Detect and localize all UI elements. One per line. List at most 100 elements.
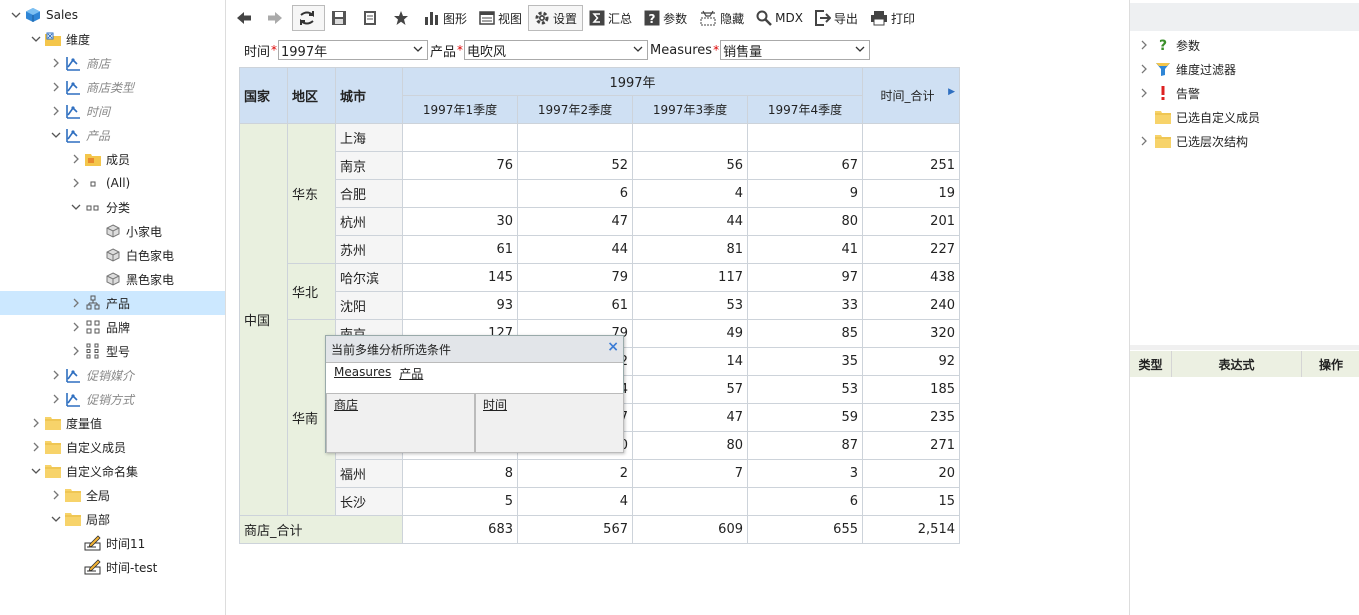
filter-value: 电吹风 — [467, 44, 507, 60]
filter-select[interactable]: 电吹风 — [464, 40, 649, 60]
data-cell — [632, 123, 748, 152]
chevron-right-icon[interactable] — [48, 55, 64, 71]
chevron-right-icon[interactable] — [1136, 61, 1152, 77]
summary-button[interactable]: 汇总 — [583, 5, 638, 31]
swap-axes-button[interactable] — [292, 5, 325, 31]
tree-node[interactable]: 全局 — [0, 483, 225, 507]
tree-node[interactable]: 时间11 — [0, 531, 225, 555]
chevron-down-icon[interactable] — [68, 199, 84, 215]
data-cell: 53 — [747, 375, 863, 404]
view-icon — [479, 11, 495, 25]
named-set-icon — [84, 535, 102, 551]
export-icon — [814, 10, 831, 26]
chevron-down-icon[interactable] — [48, 127, 64, 143]
print-button[interactable]: 打印 — [864, 5, 921, 31]
member-icon — [104, 247, 122, 263]
data-cell — [862, 123, 960, 152]
view-button[interactable]: 视图 — [473, 5, 528, 31]
print-label: 打印 — [890, 11, 915, 26]
chevron-right-icon[interactable] — [1136, 133, 1152, 149]
tree-node[interactable]: (All) — [0, 171, 225, 195]
tree-node[interactable]: 小家电 — [0, 219, 225, 243]
header-total: 时间_合计 ▶ — [862, 67, 960, 124]
chevron-right-icon[interactable] — [68, 295, 84, 311]
tree-node[interactable]: Sales — [0, 3, 225, 27]
favorite-button[interactable] — [387, 5, 418, 31]
tree-node[interactable]: 自定义成员 — [0, 435, 225, 459]
folder-icon — [1154, 133, 1172, 149]
tree-node[interactable]: 产品 — [0, 291, 225, 315]
tree-node-label: 型号 — [106, 344, 131, 359]
row-header-country: 中国 — [239, 123, 288, 516]
chevron-right-icon[interactable] — [28, 439, 44, 455]
tree-node[interactable]: 自定义命名集 — [0, 459, 225, 483]
chevron-down-icon[interactable] — [48, 511, 64, 527]
right-panel-item[interactable]: 维度过滤器 — [1136, 57, 1236, 81]
tree-node[interactable]: 白色家电 — [0, 243, 225, 267]
expand-right-icon[interactable]: ▶ — [948, 87, 955, 97]
cube-icon — [24, 7, 42, 23]
hide-button[interactable]: 隐藏 — [693, 5, 750, 31]
mdx-button[interactable]: MDX — [750, 5, 809, 31]
popup-product-link[interactable]: 产品 — [399, 365, 423, 393]
chevron-down-icon[interactable] — [28, 463, 44, 479]
right-panel-item[interactable]: 已选自定义成员 — [1136, 105, 1260, 129]
chevron-down-icon[interactable] — [28, 31, 44, 47]
right-panel-item[interactable]: ? 参数 — [1136, 33, 1200, 57]
tree-node[interactable]: 黑色家电 — [0, 267, 225, 291]
chevron-right-icon[interactable] — [1136, 85, 1152, 101]
tree-node[interactable]: 型号 — [0, 339, 225, 363]
popup-time-link[interactable]: 时间 — [483, 398, 507, 412]
header-total-label: 时间_合计 — [880, 89, 935, 103]
chevron-right-icon[interactable] — [48, 79, 64, 95]
tree-node[interactable]: 分类 — [0, 195, 225, 219]
chevron-right-icon[interactable] — [48, 103, 64, 119]
chevron-right-icon[interactable] — [68, 151, 84, 167]
chevron-right-icon[interactable] — [28, 415, 44, 431]
tree-node[interactable]: 品牌 — [0, 315, 225, 339]
filter-select[interactable]: 销售量 — [720, 40, 871, 60]
filter-select[interactable]: 1997年 — [278, 40, 429, 60]
right-panel-item-label: 已选层次结构 — [1176, 134, 1249, 149]
popup-store-link[interactable]: 商店 — [334, 398, 358, 412]
chevron-right-icon[interactable] — [68, 319, 84, 335]
tree-node-label: 品牌 — [106, 320, 131, 335]
right-panel-item[interactable]: 已选层次结构 — [1136, 129, 1248, 153]
back-button[interactable] — [230, 5, 261, 31]
tree-node[interactable]: 促销媒介 — [0, 363, 225, 387]
chevron-right-icon[interactable] — [68, 343, 84, 359]
tree-node[interactable]: 产品 — [0, 123, 225, 147]
popup-measures-link[interactable]: Measures — [334, 365, 391, 393]
close-icon[interactable]: × — [607, 339, 619, 355]
forward-button[interactable] — [261, 5, 292, 31]
chevron-right-icon[interactable] — [1136, 37, 1152, 53]
splitter[interactable] — [1130, 345, 1359, 350]
tree-node[interactable]: 局部 — [0, 507, 225, 531]
save-button[interactable] — [325, 5, 356, 31]
filter-label: Measures — [650, 42, 713, 58]
data-cell: 235 — [862, 403, 960, 432]
tree-node[interactable]: 度量值 — [0, 411, 225, 435]
params-button[interactable]: ? 参数 — [638, 5, 693, 31]
chevron-right-icon[interactable] — [48, 391, 64, 407]
tree-node[interactable]: 维度 — [0, 27, 225, 51]
tree-node[interactable]: 时间-test — [0, 555, 225, 579]
settings-button[interactable]: 设置 — [528, 5, 584, 31]
export-button[interactable]: 导出 — [809, 5, 864, 31]
chevron-right-icon[interactable] — [48, 367, 64, 383]
save-as-button[interactable] — [356, 5, 387, 31]
chevron-down-icon[interactable] — [8, 7, 24, 23]
data-cell: 76 — [402, 151, 518, 180]
chevron-right-icon[interactable] — [48, 487, 64, 503]
sigma-icon — [589, 10, 605, 26]
tree-node[interactable]: 成员 — [0, 147, 225, 171]
tree-node[interactable]: 时间 — [0, 99, 225, 123]
tree-node[interactable]: 商店类型 — [0, 75, 225, 99]
tree-node[interactable]: 商店 — [0, 51, 225, 75]
tree-node[interactable]: 促销方式 — [0, 387, 225, 411]
data-cell: 47 — [632, 403, 748, 432]
chart-button[interactable]: 图形 — [418, 5, 473, 31]
right-panel-item[interactable]: 告警 — [1136, 81, 1200, 105]
chevron-right-icon[interactable] — [68, 175, 84, 191]
